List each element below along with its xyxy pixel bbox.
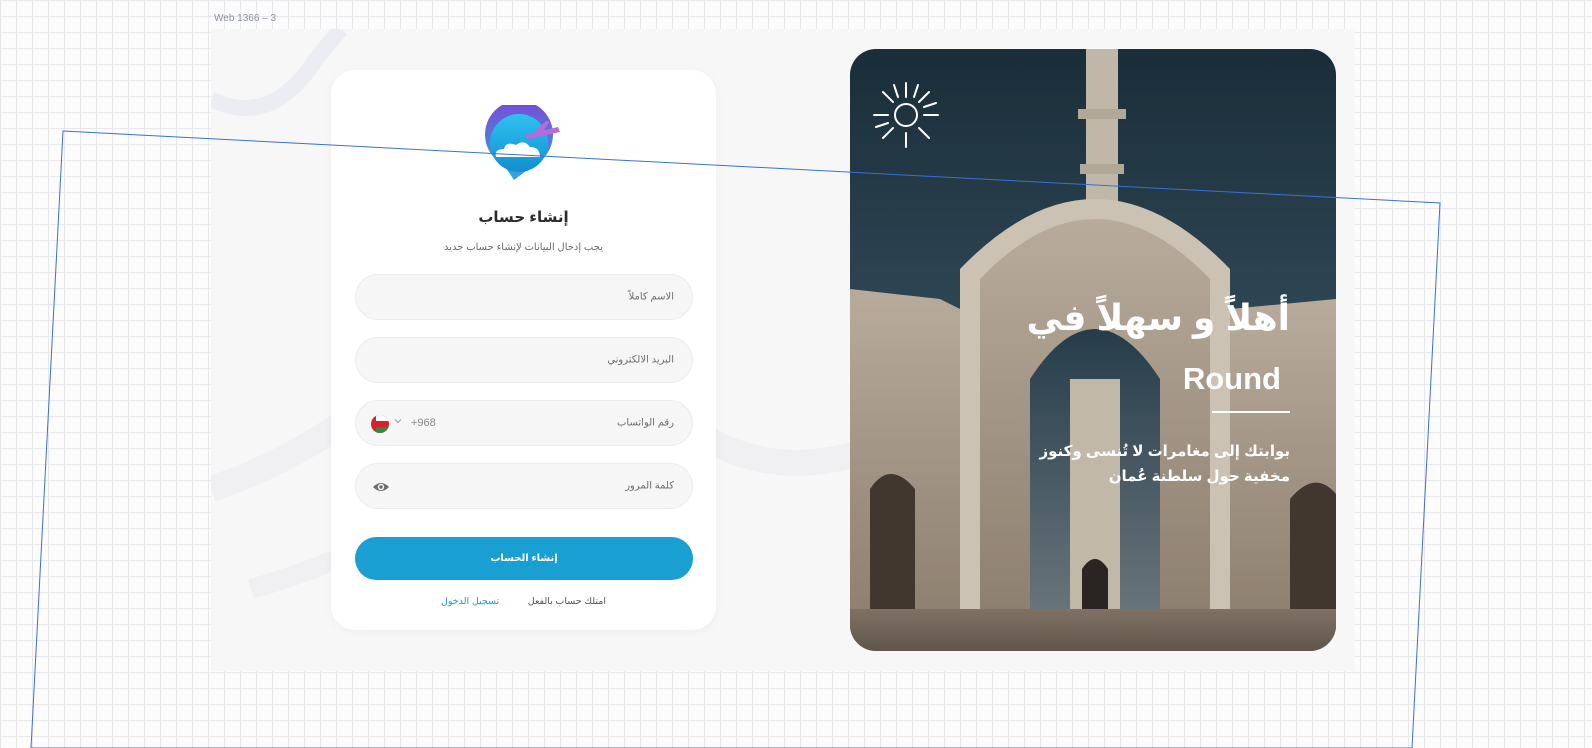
- login-prompt-row: امتلك حساب بالفعل تسجيل الدخول: [331, 596, 716, 607]
- artboard: إنشاء حساب يجب إدخال البيانات لإنشاء حسا…: [211, 29, 1355, 671]
- login-link[interactable]: تسجيل الدخول: [441, 596, 499, 607]
- brand-underline: [1212, 411, 1290, 413]
- form-title: إنشاء حساب: [478, 209, 569, 226]
- hero-tagline: بوابتك إلى مغامرات لا تُنسى وكنوز مخفية …: [1039, 443, 1290, 485]
- eye-icon[interactable]: [372, 478, 390, 496]
- login-prompt-text: امتلك حساب بالفعل: [527, 596, 607, 607]
- hero-brand: Round: [1182, 361, 1281, 396]
- hero-panel: أهلاً و سهلاً في Round بوابتك إلى مغامرا…: [850, 49, 1336, 651]
- whatsapp-placeholder: رقم الواتساب: [617, 417, 674, 429]
- full-name-placeholder: الاسم كاملاً: [628, 291, 674, 303]
- email-placeholder: البريد الالكتروني: [607, 354, 674, 366]
- password-placeholder: كلمة المرور: [625, 480, 674, 492]
- frame-label: Web 1366 – 3: [214, 13, 277, 24]
- create-account-button[interactable]: إنشاء الحساب: [355, 537, 693, 580]
- full-name-field[interactable]: الاسم كاملاً: [355, 274, 693, 320]
- signup-card: إنشاء حساب يجب إدخال البيانات لإنشاء حسا…: [331, 70, 716, 630]
- email-field[interactable]: البريد الالكتروني: [355, 337, 693, 383]
- hero-welcome: أهلاً و سهلاً في: [1026, 297, 1290, 338]
- oman-flag-icon[interactable]: [370, 414, 390, 434]
- form-subtitle: يجب إدخال البيانات لإنشاء حساب جديد: [443, 242, 603, 253]
- whatsapp-field[interactable]: رقم الواتساب +968: [355, 400, 693, 446]
- country-code: +968: [411, 417, 436, 429]
- password-field[interactable]: كلمة المرور: [355, 463, 693, 509]
- travel-pin-logo: [485, 105, 560, 180]
- sun-icon: [873, 82, 939, 148]
- chevron-down-icon[interactable]: [394, 417, 402, 425]
